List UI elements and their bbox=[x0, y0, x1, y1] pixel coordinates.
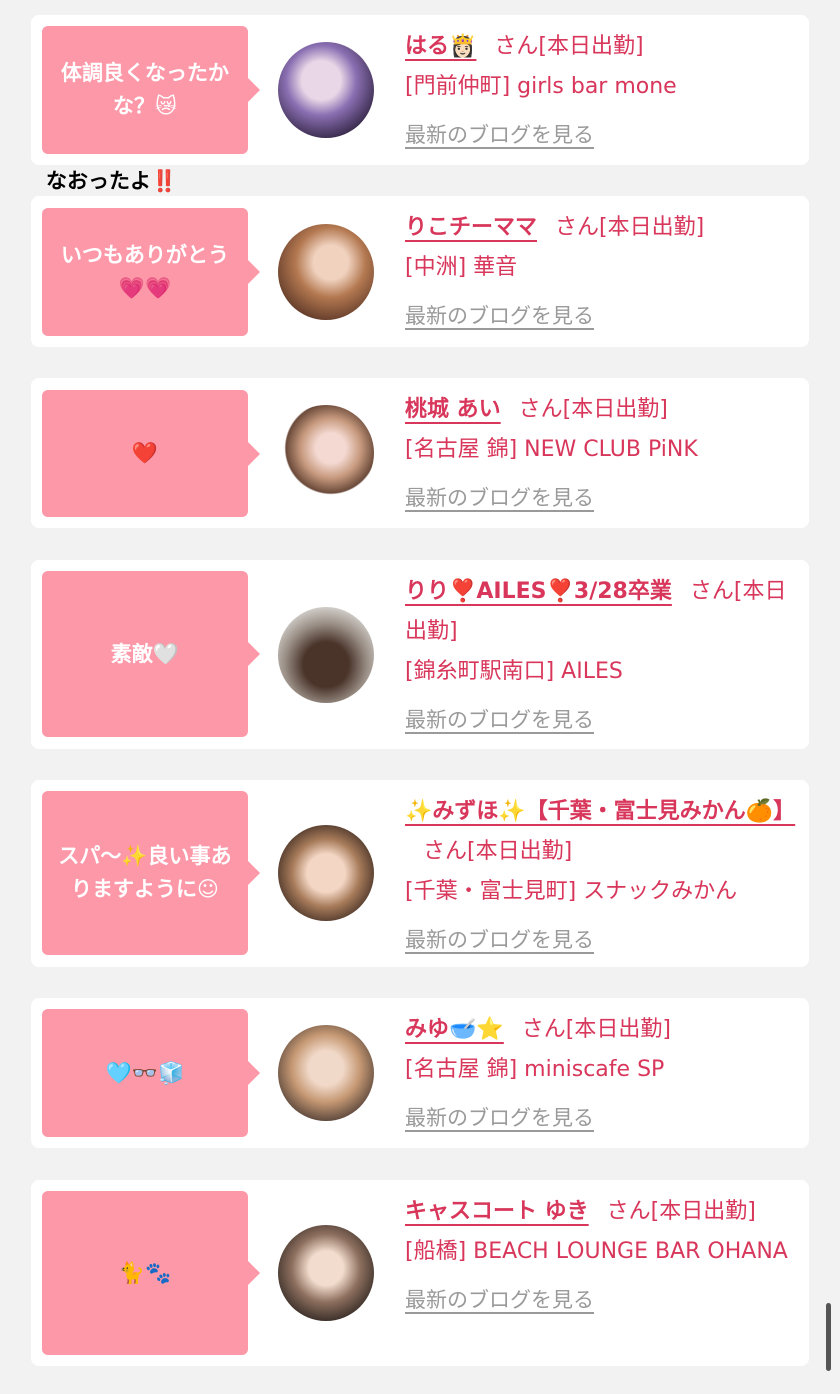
avatar[interactable] bbox=[278, 825, 374, 921]
cast-status: さん[本日出勤] bbox=[521, 1017, 671, 1042]
avatar[interactable] bbox=[278, 607, 374, 703]
shop-name: [錦糸町駅南口] AILES bbox=[405, 659, 623, 684]
cast-status: さん[本日出勤] bbox=[423, 839, 573, 864]
cast-name-link[interactable]: 桃城 あい bbox=[405, 397, 501, 422]
comment-bubble: 体調良くなったかな？😿 bbox=[42, 26, 260, 154]
blog-link[interactable]: 最新のブログを見る bbox=[405, 296, 795, 336]
comment-bubble: ❤️ bbox=[42, 390, 260, 517]
shop-name: [船橋] BEACH LOUNGE BAR OHANA bbox=[405, 1239, 788, 1264]
cast-status: さん[本日出勤] bbox=[555, 215, 705, 240]
comment-bubble: 素敵🤍 bbox=[42, 571, 260, 737]
shop-name: [中洲] 華音 bbox=[405, 255, 518, 280]
shop-name: [名古屋 錦] NEW CLUB PiNK bbox=[405, 437, 698, 462]
avatar[interactable] bbox=[278, 405, 374, 501]
cast-name-link[interactable]: ✨みずほ✨【千葉・富士見みかん🍊】 bbox=[405, 799, 795, 824]
shop-name: [千葉・富士見町] スナックみかん bbox=[405, 879, 738, 904]
cast-status: さん[本日出勤] bbox=[606, 1199, 756, 1224]
cast-name-link[interactable]: はる👸🏻 bbox=[405, 34, 476, 59]
comment-card: 素敵🤍 りり❣️AILES❣️3/28卒業 さん[本日出勤] [錦糸町駅南口] A… bbox=[31, 560, 809, 749]
shop-name: [門前仲町] girls bar mone bbox=[405, 74, 677, 99]
avatar[interactable] bbox=[278, 1025, 374, 1121]
cast-name-link[interactable]: みゆ🥣⭐️ bbox=[405, 1017, 504, 1042]
cast-name-link[interactable]: りり❣️AILES❣️3/28卒業 bbox=[405, 579, 672, 604]
cast-status: さん[本日出勤] bbox=[518, 397, 668, 422]
comment-card: いつもありがとう💗💗 りこチーママ さん[本日出勤] [中洲] 華音 最新のブログ… bbox=[31, 196, 809, 347]
cast-name-link[interactable]: りこチーママ bbox=[405, 215, 537, 240]
reply-text: なおったよ‼️ bbox=[46, 169, 178, 193]
cast-name-link[interactable]: キャスコート ゆき bbox=[405, 1199, 589, 1224]
avatar[interactable] bbox=[278, 224, 374, 320]
cast-status: さん[本日出勤] bbox=[494, 34, 644, 59]
comment-bubble: 🐈🐾 bbox=[42, 1191, 260, 1355]
blog-link[interactable]: 最新のブログを見る bbox=[405, 1098, 795, 1138]
comment-card: 🩵👓🧊 みゆ🥣⭐️ さん[本日出勤] [名古屋 錦] miniscafe SP 最… bbox=[31, 998, 809, 1148]
comment-bubble: 🩵👓🧊 bbox=[42, 1009, 260, 1137]
avatar[interactable] bbox=[278, 42, 374, 138]
comment-card: スパ〜✨良い事ありますように☺︎ ✨みずほ✨【千葉・富士見みかん🍊】さん[本日出… bbox=[31, 780, 809, 967]
blog-link[interactable]: 最新のブログを見る bbox=[405, 1280, 795, 1320]
scrollbar[interactable] bbox=[826, 1303, 831, 1371]
blog-link[interactable]: 最新のブログを見る bbox=[405, 478, 795, 518]
shop-name: [名古屋 錦] miniscafe SP bbox=[405, 1057, 665, 1082]
blog-link[interactable]: 最新のブログを見る bbox=[405, 920, 795, 960]
blog-link[interactable]: 最新のブログを見る bbox=[405, 115, 795, 155]
comment-bubble: スパ〜✨良い事ありますように☺︎ bbox=[42, 791, 260, 955]
comment-card: 体調良くなったかな？😿 はる👸🏻 さん[本日出勤] [門前仲町] girls ba… bbox=[31, 15, 809, 165]
comment-card: 🐈🐾 キャスコート ゆき さん[本日出勤] [船橋] BEACH LOUNGE B… bbox=[31, 1180, 809, 1366]
comment-card: ❤️ 桃城 あい さん[本日出勤] [名古屋 錦] NEW CLUB PiNK 最… bbox=[31, 378, 809, 528]
comment-bubble: いつもありがとう💗💗 bbox=[42, 208, 260, 336]
blog-link[interactable]: 最新のブログを見る bbox=[405, 700, 795, 740]
avatar[interactable] bbox=[278, 1225, 374, 1321]
